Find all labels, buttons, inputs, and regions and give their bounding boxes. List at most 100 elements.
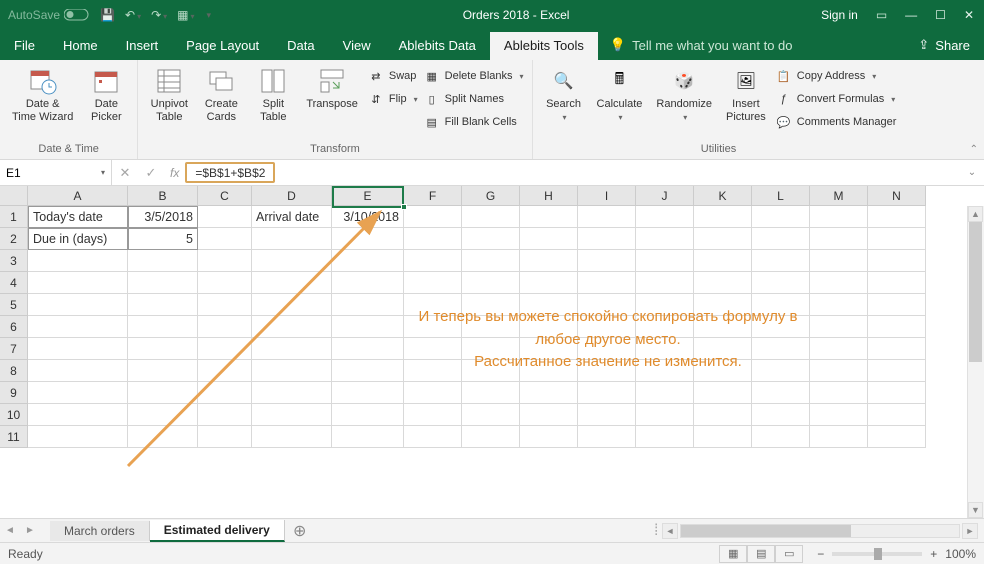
delete-blanks-button[interactable]: ▦Delete Blanks▾ [424, 66, 524, 86]
cell-A9[interactable] [28, 382, 128, 404]
split-table-button[interactable]: Split Table [250, 64, 296, 125]
signin-link[interactable]: Sign in [821, 8, 858, 22]
cell-B9[interactable] [128, 382, 198, 404]
cell-H2[interactable] [520, 228, 578, 250]
swap-button[interactable]: ⇄Swap [368, 66, 418, 86]
cell-N4[interactable] [868, 272, 926, 294]
tab-file[interactable]: File [0, 32, 49, 60]
tab-ablebitsdata[interactable]: Ablebits Data [385, 32, 490, 60]
view-pagelayout-icon[interactable]: ▤ [747, 545, 775, 563]
cell-K9[interactable] [694, 382, 752, 404]
cell-I11[interactable] [578, 426, 636, 448]
cell-N7[interactable] [868, 338, 926, 360]
cell-N8[interactable] [868, 360, 926, 382]
cell-C9[interactable] [198, 382, 252, 404]
cell-F9[interactable] [404, 382, 462, 404]
zoom-in-icon[interactable]: + [930, 547, 937, 561]
horizontal-scrollbar[interactable] [680, 524, 960, 538]
cell-G11[interactable] [462, 426, 520, 448]
sheet-tab-march[interactable]: March orders [50, 521, 150, 541]
cell-K1[interactable] [694, 206, 752, 228]
tab-view[interactable]: View [329, 32, 385, 60]
cell-J3[interactable] [636, 250, 694, 272]
scroll-down-icon[interactable]: ▼ [968, 502, 983, 518]
cell-G9[interactable] [462, 382, 520, 404]
cell-L9[interactable] [752, 382, 810, 404]
view-pagebreak-icon[interactable]: ▭ [775, 545, 803, 563]
cell-H9[interactable] [520, 382, 578, 404]
col-header-E[interactable]: E [332, 186, 404, 206]
cell-A10[interactable] [28, 404, 128, 426]
cell-G10[interactable] [462, 404, 520, 426]
fx-label[interactable]: fx [164, 166, 185, 180]
cell-D9[interactable] [252, 382, 332, 404]
cell-A7[interactable] [28, 338, 128, 360]
cell-B5[interactable] [128, 294, 198, 316]
split-names-button[interactable]: ▯Split Names [424, 89, 524, 109]
cell-D6[interactable] [252, 316, 332, 338]
cell-K3[interactable] [694, 250, 752, 272]
qat-icon[interactable]: ▦▾ [177, 8, 194, 22]
cell-M11[interactable] [810, 426, 868, 448]
cell-A1[interactable]: Today's date [28, 206, 128, 228]
col-header-I[interactable]: I [578, 186, 636, 206]
cell-D2[interactable] [252, 228, 332, 250]
zoom-out-icon[interactable]: − [817, 547, 824, 561]
convert-formulas-button[interactable]: ƒConvert Formulas▾ [776, 89, 897, 109]
cell-D5[interactable] [252, 294, 332, 316]
cell-J1[interactable] [636, 206, 694, 228]
cell-F11[interactable] [404, 426, 462, 448]
row-header-3[interactable]: 3 [0, 250, 28, 272]
save-icon[interactable]: 💾 [100, 8, 115, 22]
qat-more-icon[interactable]: ▾ [207, 10, 212, 21]
cell-M1[interactable] [810, 206, 868, 228]
row-header-10[interactable]: 10 [0, 404, 28, 426]
row-header-5[interactable]: 5 [0, 294, 28, 316]
cell-J2[interactable] [636, 228, 694, 250]
col-header-D[interactable]: D [252, 186, 332, 206]
calculate-button[interactable]: 🖩Calculate▾ [593, 64, 647, 125]
cell-G4[interactable] [462, 272, 520, 294]
cell-C3[interactable] [198, 250, 252, 272]
flip-button[interactable]: ⇵Flip▾ [368, 89, 418, 109]
create-cards-button[interactable]: Create Cards [198, 64, 244, 125]
collapse-ribbon-icon[interactable]: ⌃ [970, 144, 978, 155]
cell-M9[interactable] [810, 382, 868, 404]
cell-D8[interactable] [252, 360, 332, 382]
cell-A5[interactable] [28, 294, 128, 316]
undo-icon[interactable]: ↶▾ [125, 8, 141, 22]
tab-pagelayout[interactable]: Page Layout [172, 32, 273, 60]
cell-I4[interactable] [578, 272, 636, 294]
sheet-tab-estimated[interactable]: Estimated delivery [150, 520, 285, 542]
hscroll-thumb[interactable] [681, 525, 851, 537]
hscroll-right-icon[interactable]: ► [962, 523, 978, 539]
cell-M4[interactable] [810, 272, 868, 294]
scroll-thumb[interactable] [969, 222, 982, 362]
cell-H1[interactable] [520, 206, 578, 228]
ribbon-options-icon[interactable]: ▭ [876, 8, 887, 22]
cell-B2[interactable]: 5 [128, 228, 198, 250]
cell-E9[interactable] [332, 382, 404, 404]
col-header-F[interactable]: F [404, 186, 462, 206]
chevron-down-icon[interactable]: ▾ [101, 168, 105, 177]
sheet-nav-next-icon[interactable]: ► [20, 525, 40, 536]
cell-N10[interactable] [868, 404, 926, 426]
fill-handle[interactable] [401, 204, 407, 210]
cell-J11[interactable] [636, 426, 694, 448]
cell-L10[interactable] [752, 404, 810, 426]
cell-K10[interactable] [694, 404, 752, 426]
close-icon[interactable]: ✕ [964, 8, 974, 22]
redo-icon[interactable]: ↷▾ [151, 8, 167, 22]
date-picker-button[interactable]: Date Picker [83, 64, 129, 125]
cell-B3[interactable] [128, 250, 198, 272]
cell-A2[interactable]: Due in (days) [28, 228, 128, 250]
row-header-1[interactable]: 1 [0, 206, 28, 228]
cell-D11[interactable] [252, 426, 332, 448]
cell-A8[interactable] [28, 360, 128, 382]
zoom-slider[interactable] [832, 552, 922, 556]
cell-I10[interactable] [578, 404, 636, 426]
col-header-H[interactable]: H [520, 186, 578, 206]
row-header-6[interactable]: 6 [0, 316, 28, 338]
col-header-L[interactable]: L [752, 186, 810, 206]
cell-J10[interactable] [636, 404, 694, 426]
